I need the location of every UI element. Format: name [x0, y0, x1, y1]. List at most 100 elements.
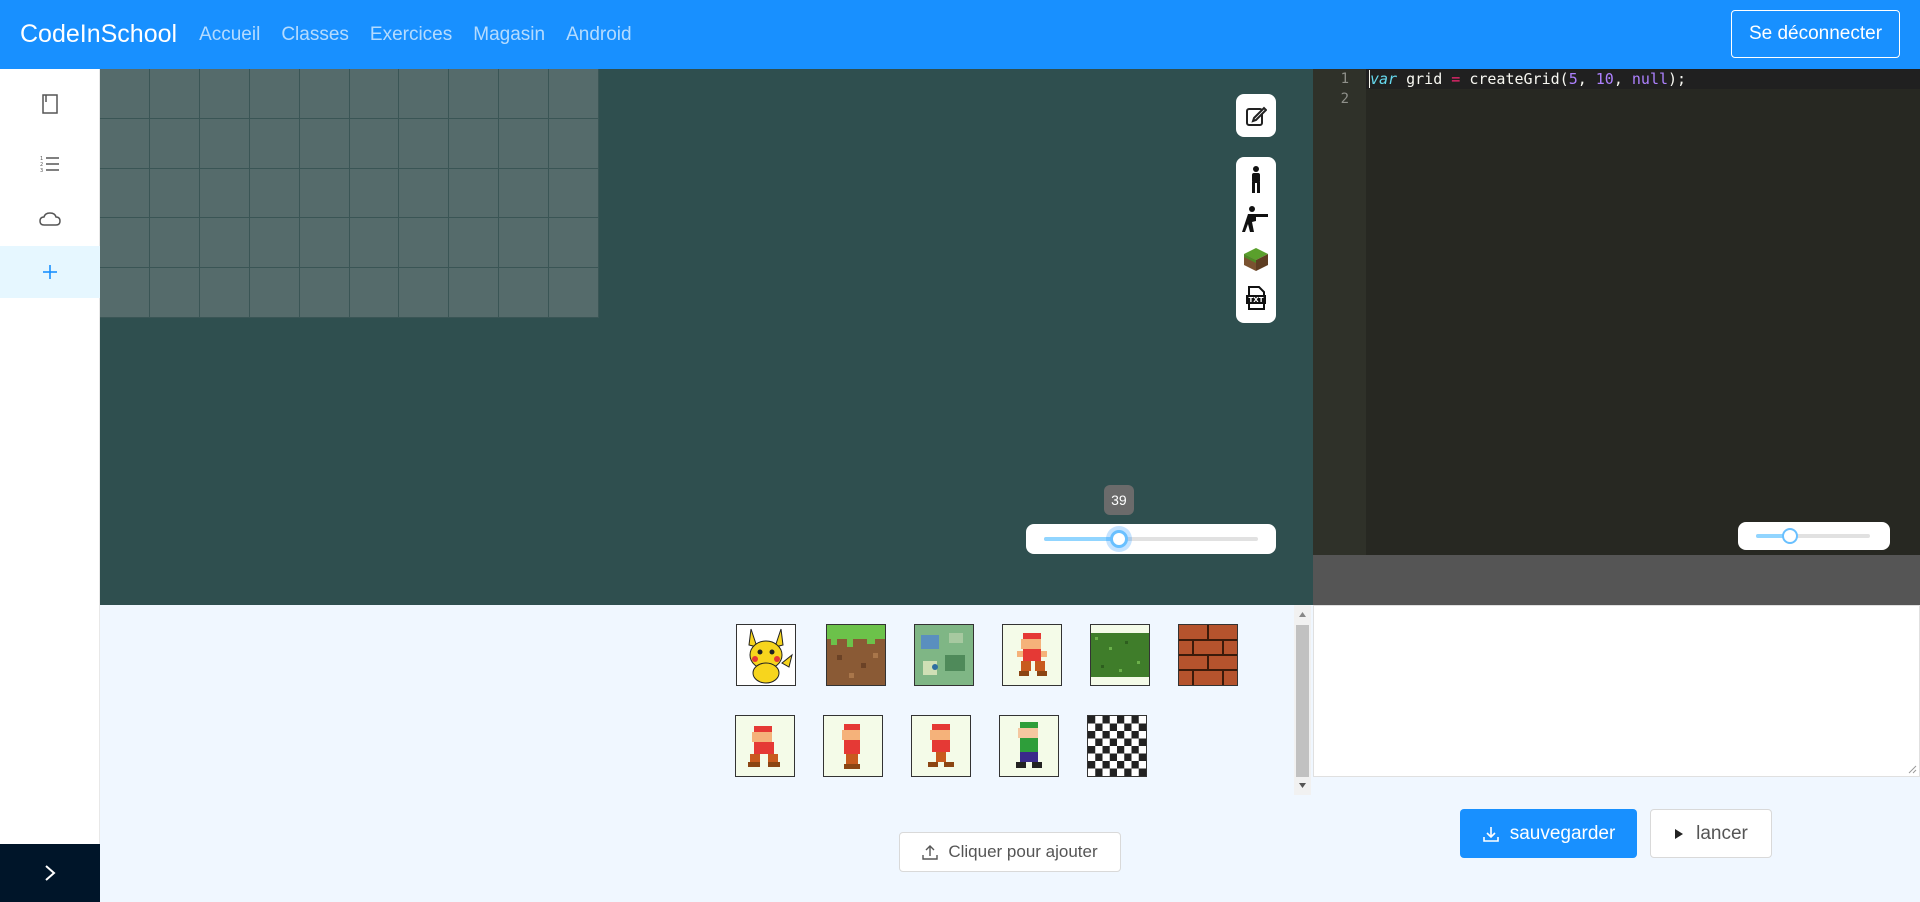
grid-cell[interactable] [249, 69, 300, 119]
sidebar-item-cloud[interactable] [0, 193, 100, 245]
game-canvas[interactable]: TXT 39 [100, 69, 1313, 605]
grid-cell[interactable] [349, 168, 400, 219]
sprite-thumb-mario-3[interactable] [911, 715, 971, 777]
grid-cell[interactable] [449, 168, 500, 219]
grid-cell[interactable] [149, 218, 200, 269]
grid-cell[interactable] [549, 69, 599, 119]
text-tool-button[interactable]: TXT [1236, 280, 1276, 316]
sprite-thumb-brick-block[interactable] [1178, 624, 1238, 686]
grid-cell[interactable] [100, 168, 150, 219]
sprite-thumb-mario-walking[interactable] [1002, 624, 1062, 686]
sprite-thumb-mario-2[interactable] [823, 715, 883, 777]
grid-cell[interactable] [199, 69, 250, 119]
grid-cell[interactable] [449, 268, 500, 318]
editor-font-slider[interactable] [1738, 522, 1890, 550]
zoom-slider-handle[interactable] [1109, 530, 1128, 548]
code-line[interactable]: var grid = createGrid(5, 10, null); [1369, 70, 1686, 88]
grid-cell[interactable] [499, 268, 550, 318]
grid-cell[interactable] [449, 118, 500, 169]
grid-cell[interactable] [549, 218, 599, 269]
code-editor[interactable]: 1 2 var grid = createGrid(5, 10, null); [1313, 69, 1920, 555]
grid-cell[interactable] [199, 168, 250, 219]
grid-cell[interactable] [149, 268, 200, 318]
grid-cell[interactable] [249, 118, 300, 169]
grid-cell[interactable] [299, 118, 350, 169]
sprite-thumb-checkerboard[interactable] [1087, 715, 1147, 777]
sprite-thumb-map-tile[interactable] [914, 624, 974, 686]
nav-link-classes[interactable]: Classes [281, 24, 349, 46]
grid-cell[interactable] [249, 168, 300, 219]
sidebar-collapse-toggle[interactable] [0, 844, 100, 902]
nav-link-accueil[interactable]: Accueil [199, 24, 260, 46]
output-console[interactable] [1313, 605, 1920, 777]
nav-link-android[interactable]: Android [566, 24, 632, 46]
brand-logo[interactable]: CodeInSchool [20, 20, 177, 49]
grid-cell[interactable] [549, 118, 599, 169]
grid-cell[interactable] [499, 218, 550, 269]
resize-grip-icon[interactable] [1907, 764, 1917, 774]
logout-button[interactable]: Se déconnecter [1731, 10, 1900, 58]
sprite-thumb-pikachu[interactable] [736, 624, 796, 686]
grid-cell[interactable] [399, 168, 450, 219]
add-sprite-button[interactable]: Cliquer pour ajouter [899, 832, 1121, 872]
grid-cell[interactable] [100, 69, 150, 119]
sidebar-item-add[interactable] [0, 246, 100, 298]
svg-text:3: 3 [40, 168, 43, 173]
zoom-slider[interactable] [1026, 524, 1276, 554]
grid-cell[interactable] [100, 268, 150, 318]
grid-cell[interactable] [199, 268, 250, 318]
grid-cell[interactable] [399, 268, 450, 318]
grid-cell[interactable] [349, 69, 400, 119]
sprite-thumb-luigi[interactable] [999, 715, 1059, 777]
sprite-scrollbar[interactable] [1294, 605, 1311, 795]
game-grid[interactable] [100, 69, 599, 318]
sprite-thumb-grass-dirt-block[interactable] [826, 624, 886, 686]
grid-cell[interactable] [349, 118, 400, 169]
run-button[interactable]: lancer [1650, 809, 1772, 858]
editor-slider-handle[interactable] [1782, 528, 1799, 544]
scroll-up-icon[interactable] [1294, 609, 1311, 621]
grid-cell[interactable] [349, 268, 400, 318]
grid-cell[interactable] [149, 168, 200, 219]
grid-cell[interactable] [449, 69, 500, 119]
sprite-thumb-mario-1[interactable] [735, 715, 795, 777]
chevron-right-icon [45, 865, 56, 881]
grid-cell[interactable] [100, 218, 150, 269]
grid-cell[interactable] [249, 268, 300, 318]
enemy-tool-button[interactable] [1236, 201, 1276, 237]
sidebar-item-book[interactable] [0, 78, 100, 130]
grid-cell[interactable] [499, 69, 550, 119]
grid-cell[interactable] [449, 218, 500, 269]
nav-link-magasin[interactable]: Magasin [473, 24, 545, 46]
grid-cell[interactable] [249, 218, 300, 269]
grid-cell[interactable] [349, 218, 400, 269]
player-tool-button[interactable] [1236, 162, 1276, 198]
grid-cell[interactable] [399, 118, 450, 169]
grid-cell[interactable] [549, 268, 599, 318]
nav-link-exercices[interactable]: Exercices [370, 24, 452, 46]
grid-cell[interactable] [499, 168, 550, 219]
grid-cell[interactable] [499, 118, 550, 169]
grid-cell[interactable] [549, 168, 599, 219]
scrollbar-thumb[interactable] [1296, 625, 1309, 777]
sidebar-item-list[interactable]: 1 2 3 [0, 138, 100, 190]
grid-cell[interactable] [299, 268, 350, 318]
grid-cell[interactable] [199, 218, 250, 269]
grid-cell[interactable] [299, 168, 350, 219]
grid-cell[interactable] [199, 118, 250, 169]
edit-tool-button[interactable] [1236, 94, 1276, 137]
grid-cell[interactable] [149, 118, 200, 169]
grid-cell[interactable] [399, 69, 450, 119]
save-button[interactable]: sauvegarder [1460, 809, 1637, 858]
grid-cell[interactable] [149, 69, 200, 119]
sprite-thumb-grass-texture[interactable] [1090, 624, 1150, 686]
grid-cell[interactable] [100, 118, 150, 169]
grid-cell[interactable] [299, 218, 350, 269]
block-tool-button[interactable] [1236, 241, 1276, 277]
grid-cell[interactable] [399, 218, 450, 269]
sidebar: 1 2 3 [0, 69, 100, 902]
upload-icon [922, 845, 939, 860]
grid-cell[interactable] [299, 69, 350, 119]
scroll-down-icon[interactable] [1294, 779, 1311, 791]
text-file-icon: TXT [1246, 286, 1266, 310]
